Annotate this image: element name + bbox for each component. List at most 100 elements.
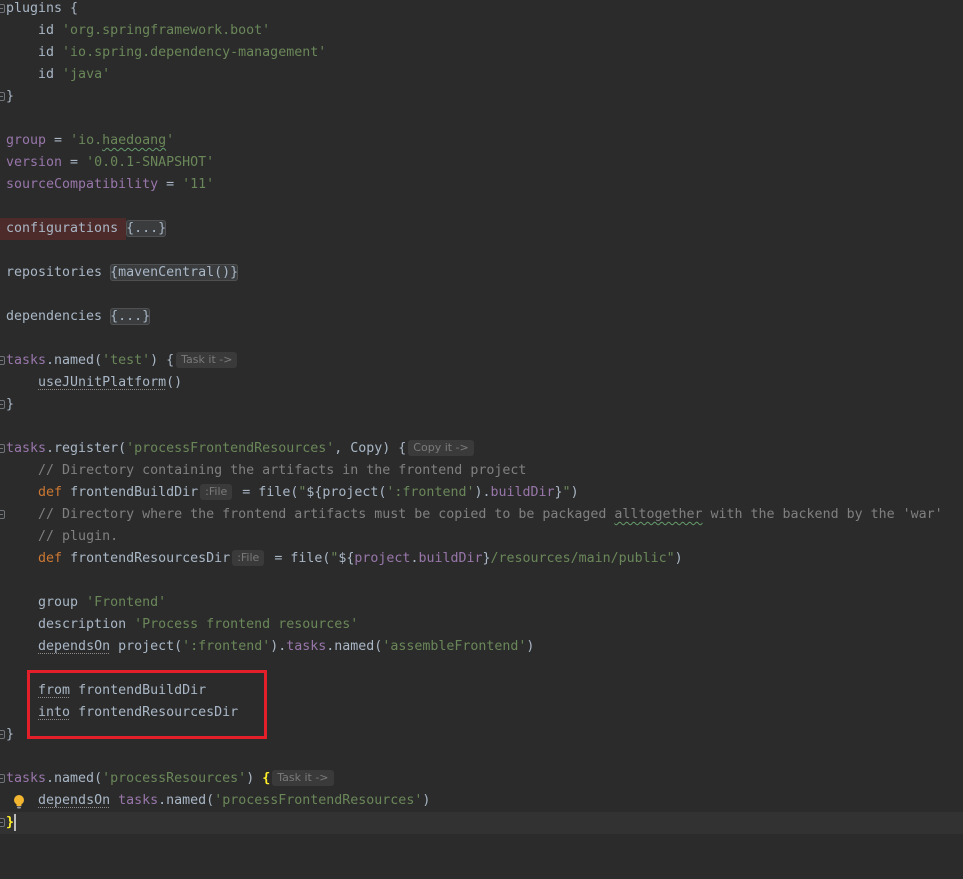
- keyword: def: [38, 485, 63, 500]
- comment: with the backend by the 'war': [702, 507, 943, 522]
- code-line[interactable]: version = '0.0.1-SNAPSHOT': [0, 152, 963, 174]
- code-text: = file(: [234, 485, 299, 500]
- code-line[interactable]: dependsOn tasks.named('processFrontendRe…: [0, 790, 963, 812]
- code-line[interactable]: [0, 658, 963, 680]
- code-line[interactable]: id 'io.spring.dependency-management': [0, 42, 963, 64]
- code-text: }: [6, 727, 15, 742]
- code-line[interactable]: tasks.register('processFrontendResources…: [0, 438, 963, 460]
- code-line[interactable]: }: [0, 394, 963, 416]
- string-literal: 'processFrontendResources': [214, 793, 423, 808]
- code-line[interactable]: configurations {...}: [0, 218, 963, 240]
- code-line[interactable]: [0, 196, 963, 218]
- code-line[interactable]: id 'java': [0, 64, 963, 86]
- string-literal-misspelled: haedoang: [102, 133, 167, 148]
- property-reference: tasks: [6, 353, 47, 368]
- matched-brace: }: [6, 815, 15, 830]
- method-call: useJUnitPlatform: [38, 375, 167, 390]
- string-literal: /resources/main/public": [490, 551, 675, 566]
- code-text: frontendResourcesDir: [70, 705, 239, 720]
- code-line[interactable]: description 'Process frontend resources': [0, 614, 963, 636]
- code-text: =: [62, 155, 87, 170]
- code-line-current[interactable]: }: [0, 812, 963, 834]
- code-text: dependencies: [6, 309, 111, 324]
- fold-marker-icon[interactable]: [0, 818, 5, 827]
- code-line[interactable]: [0, 108, 963, 130]
- code-line[interactable]: sourceCompatibility = '11': [0, 174, 963, 196]
- property-reference: buildDir: [418, 551, 483, 566]
- code-line[interactable]: tasks.named('test') {Task it ->: [0, 350, 963, 372]
- code-line[interactable]: from frontendBuildDir: [0, 680, 963, 702]
- code-text: =: [46, 133, 71, 148]
- folded-region[interactable]: {...}: [110, 308, 151, 325]
- code-line[interactable]: group 'Frontend': [0, 592, 963, 614]
- code-line[interactable]: dependsOn project(':frontend').tasks.nam…: [0, 636, 963, 658]
- code-line[interactable]: repositories {mavenCentral()}: [0, 262, 963, 284]
- code-text: repositories: [6, 265, 111, 280]
- inlay-hint: :File: [232, 550, 265, 566]
- code-text: ): [674, 551, 683, 566]
- code-line[interactable]: useJUnitPlatform(): [0, 372, 963, 394]
- fold-marker-icon[interactable]: [0, 356, 5, 365]
- folded-region[interactable]: {...}: [126, 220, 167, 237]
- property-reference: tasks: [286, 639, 327, 654]
- code-line[interactable]: plugins {: [0, 0, 963, 20]
- matched-brace: {: [262, 771, 271, 786]
- fold-marker-icon[interactable]: [0, 400, 5, 409]
- code-text-error: configurations: [0, 218, 127, 240]
- code-editor[interactable]: plugins { id 'org.springframework.boot' …: [0, 0, 963, 879]
- code-line[interactable]: [0, 284, 963, 306]
- code-line[interactable]: [0, 240, 963, 262]
- code-text: = file(: [266, 551, 331, 566]
- code-line[interactable]: }: [0, 724, 963, 746]
- inlay-hint: Task it ->: [176, 352, 238, 368]
- code-line[interactable]: def frontendResourcesDir:File = file("${…: [0, 548, 963, 570]
- fold-marker-icon[interactable]: [0, 774, 5, 783]
- lightbulb-icon[interactable]: [13, 794, 25, 810]
- code-text: ): [526, 639, 535, 654]
- code-line[interactable]: }: [0, 86, 963, 108]
- string-literal: '11': [182, 177, 215, 192]
- fold-marker-icon[interactable]: [0, 4, 5, 13]
- code-line[interactable]: [0, 416, 963, 438]
- code-text: =: [158, 177, 183, 192]
- fold-marker-icon[interactable]: [0, 92, 5, 101]
- code-line[interactable]: group = 'io.haedoang': [0, 130, 963, 152]
- code-line[interactable]: [0, 570, 963, 592]
- fold-marker-icon[interactable]: [0, 730, 5, 739]
- fold-marker-icon[interactable]: [0, 510, 5, 519]
- code-text: .named(: [158, 793, 215, 808]
- string-literal: 'org.springframework.boot': [62, 23, 271, 38]
- code-line[interactable]: dependencies {...}: [0, 306, 963, 328]
- code-line[interactable]: tasks.named('processResources') {Task it…: [0, 768, 963, 790]
- code-line[interactable]: def frontendBuildDir:File = file(" ${proj…: [0, 482, 963, 504]
- code-text: frontendResourcesDir: [62, 551, 231, 566]
- inlay-hint: :File: [200, 484, 233, 500]
- property-reference: version: [6, 155, 63, 170]
- code-line[interactable]: [0, 746, 963, 768]
- code-line[interactable]: [0, 328, 963, 350]
- code-text: ${: [338, 551, 355, 566]
- text-caret: [14, 813, 17, 831]
- code-text: }: [554, 485, 563, 500]
- fold-marker-icon[interactable]: [0, 444, 5, 453]
- code-text: plugins {: [6, 1, 79, 16]
- string-literal: ': [166, 133, 175, 148]
- code-line[interactable]: id 'org.springframework.boot': [0, 20, 963, 42]
- property-reference: tasks: [6, 441, 47, 456]
- string-literal: 'test': [102, 353, 151, 368]
- code-line[interactable]: // Directory containing the artifacts in…: [0, 460, 963, 482]
- code-text: description: [6, 617, 135, 632]
- code-text: , Copy) {: [334, 441, 407, 456]
- code-text: ).: [474, 485, 491, 500]
- code-text: .named(: [46, 771, 103, 786]
- folded-region[interactable]: {mavenCentral()}: [110, 264, 239, 281]
- code-line[interactable]: // Directory where the frontend artifact…: [0, 504, 963, 526]
- code-text: id: [6, 23, 63, 38]
- code-line[interactable]: // plugin.: [0, 526, 963, 548]
- code-text: frontendBuildDir: [70, 683, 207, 698]
- code-line[interactable]: into frontendResourcesDir: [0, 702, 963, 724]
